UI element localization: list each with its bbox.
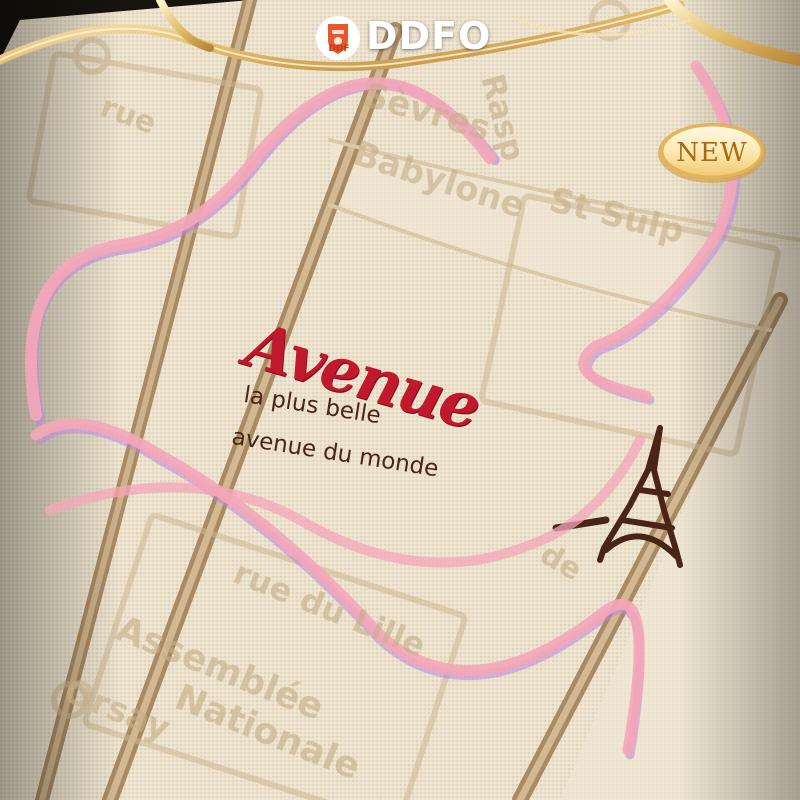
new-badge: NEW — [676, 138, 748, 168]
product-photo: rue Sèvres Babylone Rasp St Sulp rue du … — [0, 0, 800, 800]
brand-name: DDFO — [366, 14, 492, 58]
brand-emblem-text: DDF — [328, 44, 350, 54]
